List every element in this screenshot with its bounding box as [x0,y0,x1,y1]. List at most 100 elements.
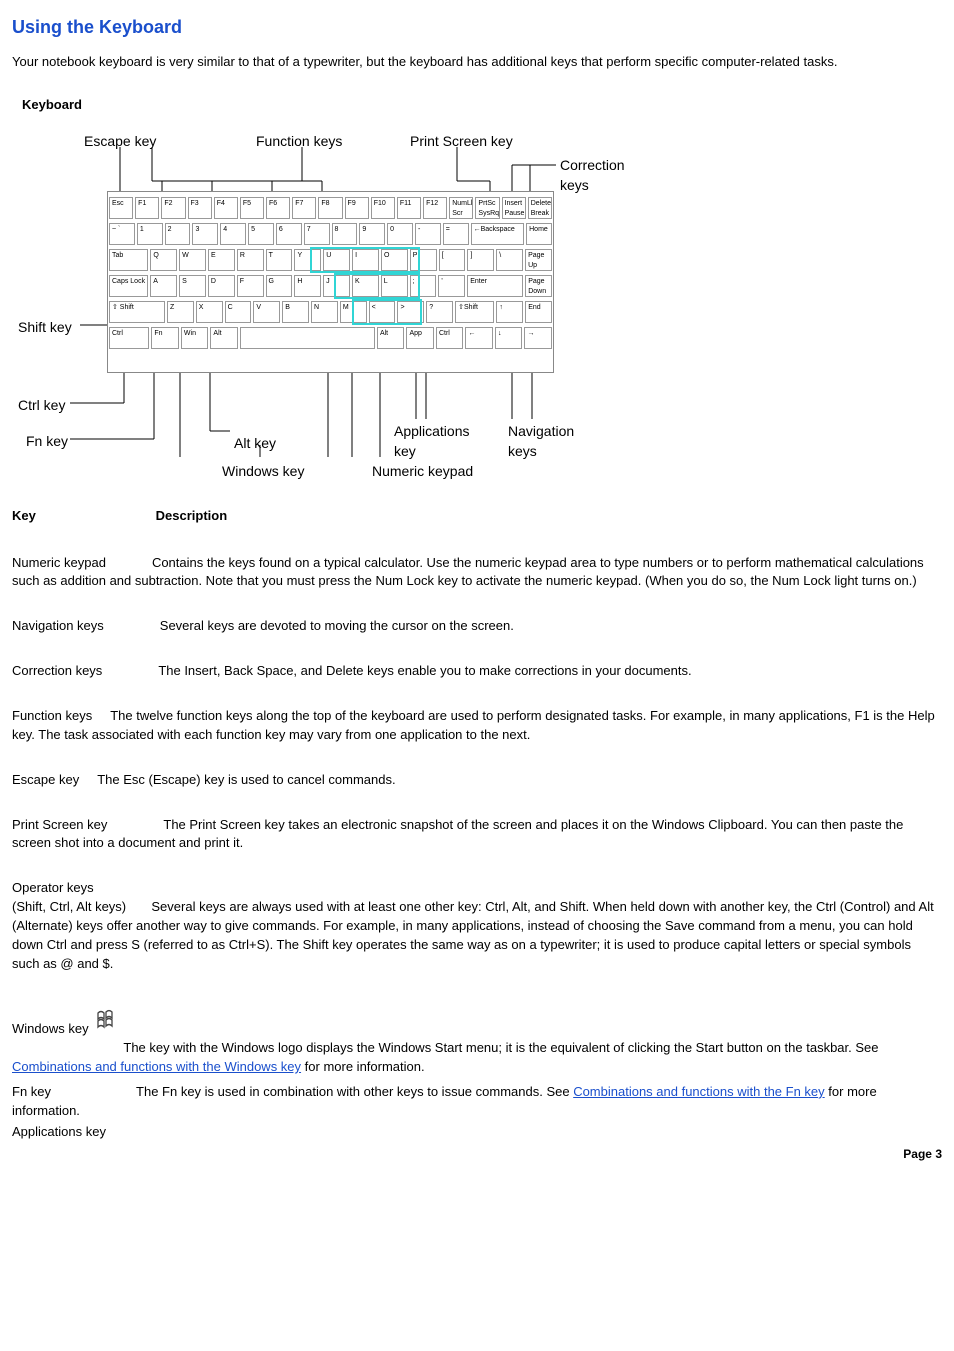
keycap: Q [150,249,177,271]
desc-printscreen: The Print Screen key takes an electronic… [12,817,903,851]
keycap: ↑ [496,301,523,323]
keycap: F1 [135,197,159,219]
keycap: = [443,223,469,245]
term-fn: Fn key [12,1084,51,1099]
intro-paragraph: Your notebook keyboard is very similar t… [12,53,942,72]
callout-function: Function keys [256,131,342,151]
keycap: B [282,301,309,323]
keycap: F5 [240,197,264,219]
term-printscreen: Print Screen key [12,817,107,832]
keycap: V [253,301,280,323]
row-operator: Operator keys (Shift, Ctrl, Alt keys) Se… [12,879,942,973]
keycap: - [415,223,441,245]
page-number: Page 3 [12,1146,942,1163]
keycap: H [294,275,321,297]
keycap: 5 [248,223,274,245]
desc-function: The twelve function keys along the top o… [12,708,935,742]
callout-windows: Windows key [222,461,304,481]
keycap: N [311,301,338,323]
callout-escape: Escape key [84,131,156,151]
keycap: ↓ [495,327,523,349]
keycap: Ctrl [109,327,149,349]
desc-escape: The Esc (Escape) key is used to cancel c… [97,772,395,787]
keycap: F10 [371,197,395,219]
keycap: App [406,327,434,349]
keycap: F [237,275,264,297]
desc-windows-before: The key with the Windows logo displays t… [123,1040,878,1055]
keycap: F3 [188,197,212,219]
keycap: 2 [165,223,191,245]
term-operator-sub: (Shift, Ctrl, Alt keys) [12,899,126,914]
row-fn: Fn key The Fn key is used in combination… [12,1083,942,1121]
keycap: C [225,301,252,323]
keycap: 0 [387,223,413,245]
keycap: 4 [220,223,246,245]
row-function: Function keysThe twelve function keys al… [12,707,942,745]
col-key: Key [12,507,152,526]
callout-ctrl: Ctrl key [18,395,65,415]
callout-navigation: Navigation keys [508,421,574,462]
keycap: 9 [359,223,385,245]
table-header: Key Description [12,507,942,526]
keycap: F11 [397,197,421,219]
keycap: D [208,275,235,297]
keycap: Alt [377,327,405,349]
callout-shift: Shift key [18,317,72,337]
term-navigation: Navigation keys [12,618,104,633]
term-operator: Operator keys [12,880,94,895]
keycap: F4 [214,197,238,219]
callout-applications: Applications key [394,421,470,462]
keycap: X [196,301,223,323]
keycap [240,327,375,349]
keycap: Alt [210,327,238,349]
keycap: A [150,275,177,297]
keyboard-body: EscF1F2F3F4F5F6F7F8F9F10F11F12NumLk Scr … [107,191,554,373]
keycap: \ [496,249,523,271]
link-fn-combos[interactable]: Combinations and functions with the Fn k… [573,1084,824,1099]
keycap: End [525,301,552,323]
keycap: 6 [276,223,302,245]
term-correction: Correction keys [12,663,102,678]
keycap: 3 [192,223,218,245]
term-applications: Applications key [12,1124,106,1139]
keycap: Delete Break [528,197,552,219]
keycap: 8 [332,223,358,245]
keycap: F9 [345,197,369,219]
page-title: Using the Keyboard [12,14,942,40]
figure-caption: Keyboard [22,96,942,115]
keycap: ←Backspace [471,223,525,245]
keycap: F8 [318,197,342,219]
desc-numeric: Contains the keys found on a typical cal… [12,555,924,589]
desc-operator: Several keys are always used with at lea… [12,899,934,971]
callout-printscreen: Print Screen key [410,131,513,151]
term-numeric: Numeric keypad [12,555,106,570]
keycap: ] [467,249,494,271]
keycap: ⇧Shift [455,301,494,323]
keycap: ' [438,275,465,297]
keycap: G [266,275,293,297]
keycap: → [524,327,552,349]
windows-logo-icon [94,1005,122,1039]
keyboard-figure: Escape key Function keys Print Screen ke… [12,121,652,481]
keycap: F2 [161,197,185,219]
row-navigation: Navigation keysSeveral keys are devoted … [12,617,942,636]
col-desc: Description [156,507,228,526]
keycap: Enter [467,275,523,297]
callout-correction: Correction keys [560,155,625,196]
row-correction: Correction keysThe Insert, Back Space, a… [12,662,942,681]
row-windows: Windows key The key with the Windows log… [12,999,942,1077]
callout-numeric: Numeric keypad [372,461,473,481]
keycap: R [237,249,264,271]
keycap: T [266,249,293,271]
keycap: ? [426,301,453,323]
keycap: Home [526,223,552,245]
link-windows-combos[interactable]: Combinations and functions with the Wind… [12,1059,301,1074]
term-windows: Windows key [12,1021,89,1036]
keycap: Esc [109,197,133,219]
term-function: Function keys [12,708,92,723]
keycap: Win [181,327,209,349]
row-numeric: Numeric keypadContains the keys found on… [12,554,942,592]
keycap: Tab [109,249,148,271]
keycap: F6 [266,197,290,219]
keycap: Ctrl [436,327,464,349]
